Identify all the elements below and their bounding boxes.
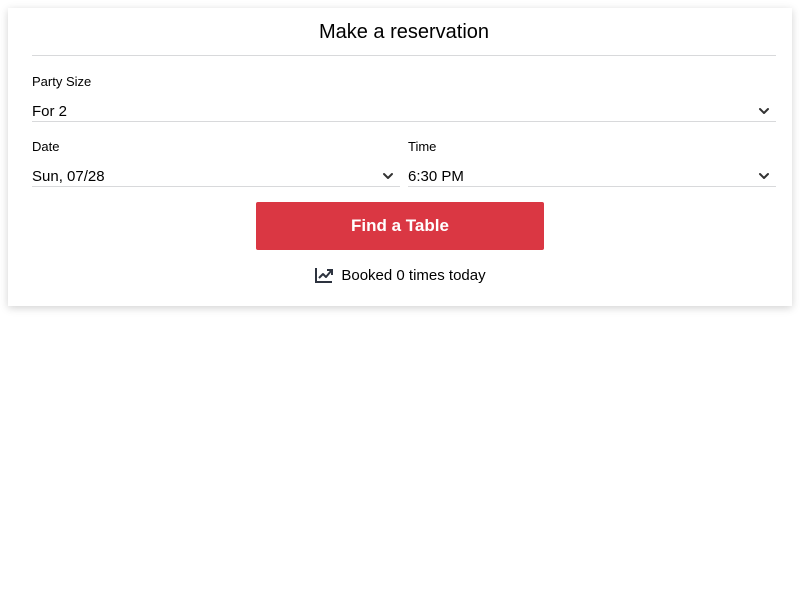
chevron-down-icon [759, 173, 769, 179]
party-size-select[interactable]: For 2 [32, 85, 776, 122]
trending-up-icon [315, 268, 334, 283]
reservation-card: Make a reservation Party Size For 2 Date… [8, 8, 792, 306]
chevron-down-icon [383, 173, 393, 179]
date-value: Sun, 07/28 [32, 168, 105, 185]
time-value: 6:30 PM [408, 168, 464, 185]
chevron-down-icon [759, 108, 769, 114]
booked-text: Booked 0 times today [341, 266, 486, 284]
time-select[interactable]: 6:30 PM [408, 150, 776, 187]
time-field: Time 6:30 PM [408, 129, 776, 187]
party-size-field: Party Size For 2 [32, 64, 776, 122]
date-field: Date Sun, 07/28 [32, 129, 400, 187]
date-select[interactable]: Sun, 07/28 [32, 150, 400, 187]
find-table-button[interactable]: Find a Table [256, 202, 544, 250]
reservation-title: Make a reservation [32, 8, 776, 56]
party-size-value: For 2 [32, 103, 68, 120]
booked-count: Booked 0 times today [8, 266, 792, 290]
